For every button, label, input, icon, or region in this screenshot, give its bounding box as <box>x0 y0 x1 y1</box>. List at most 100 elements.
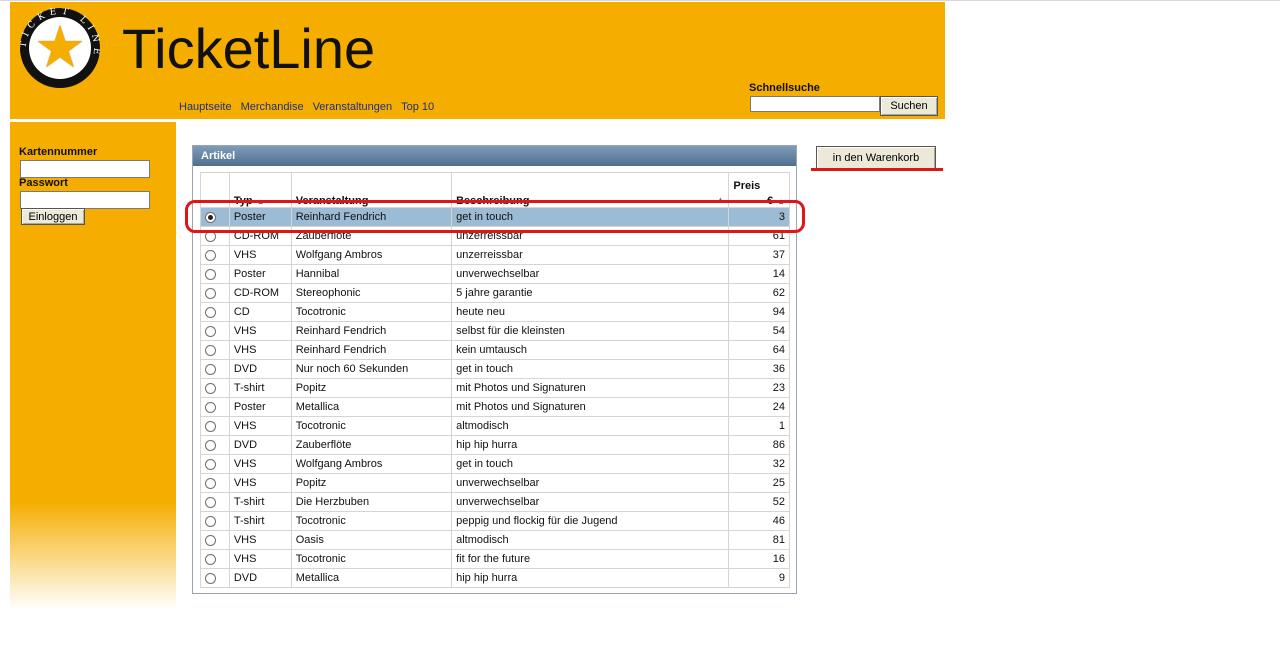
cell-preis: 86 <box>728 435 790 455</box>
cell-typ: T-shirt <box>228 378 292 398</box>
table-row[interactable]: VHS Tocotronic fit for the future 16 <box>200 549 790 569</box>
cell-veranstaltung: Metallica <box>290 397 453 417</box>
articles-table: Typ ▲ Veranstaltung Beschreibung ▲ Preis €… <box>200 172 790 588</box>
cell-preis: 25 <box>728 473 790 493</box>
row-select-cell <box>200 492 230 512</box>
table-row[interactable]: T-shirt Popitz mit Photos und Signaturen 23 <box>200 378 790 398</box>
card-number-input[interactable] <box>20 160 150 178</box>
table-row[interactable]: VHS Wolfgang Ambros get in touch 32 <box>200 454 790 474</box>
cell-beschreibung: unverwechselbar <box>451 473 730 493</box>
cell-beschreibung: mit Photos und Signaturen <box>451 378 730 398</box>
row-radio-button[interactable] <box>205 325 216 337</box>
nav-merchandise[interactable]: Merchandise <box>241 101 304 113</box>
login-sidebar: Kartennummer Passwort Einloggen <box>10 122 176 610</box>
cell-veranstaltung: Die Herzbuben <box>290 492 453 512</box>
table-row[interactable]: T-shirt Die Herzbuben unverwechselbar 52 <box>200 492 790 512</box>
table-row[interactable]: VHS Reinhard Fendrich selbst für die klein… <box>200 321 790 341</box>
cell-preis: 52 <box>728 492 790 512</box>
table-row[interactable]: VHS Tocotronic altmodisch 1 <box>200 416 790 436</box>
row-radio-button[interactable] <box>205 344 216 356</box>
cell-typ: DVD <box>228 435 292 455</box>
top-border <box>0 0 1280 1</box>
cell-preis: 24 <box>728 397 790 417</box>
search-button[interactable]: Suchen <box>880 96 938 116</box>
cell-typ: DVD <box>228 568 292 588</box>
row-radio-button[interactable] <box>205 458 216 470</box>
row-radio-button[interactable] <box>205 401 216 413</box>
cell-preis: 46 <box>728 511 790 531</box>
cell-beschreibung: mit Photos und Signaturen <box>451 397 730 417</box>
cell-veranstaltung: Stereophonic <box>290 283 453 303</box>
table-row[interactable]: DVD Metallica hip hip hurra 9 <box>200 568 790 588</box>
row-radio-button[interactable] <box>205 439 216 451</box>
annotation-highlight-selected-row <box>185 200 805 233</box>
cell-typ: VHS <box>228 473 292 493</box>
row-radio-button[interactable] <box>205 477 216 489</box>
row-radio-button[interactable] <box>205 363 216 375</box>
table-row[interactable]: DVD Zauberflöte hip hip hurra 86 <box>200 435 790 455</box>
row-select-cell <box>200 454 230 474</box>
row-radio-button[interactable] <box>205 553 216 565</box>
table-row[interactable]: Poster Hannibal unverwechselbar 14 <box>200 264 790 284</box>
cell-veranstaltung: Zauberflöte <box>290 435 453 455</box>
cell-beschreibung: unverwechselbar <box>451 264 730 284</box>
row-radio-button[interactable] <box>205 496 216 508</box>
table-row[interactable]: VHS Wolfgang Ambros unzerreissbar 37 <box>200 245 790 265</box>
nav-top10[interactable]: Top 10 <box>401 101 434 113</box>
add-to-cart-button[interactable]: in den Warenkorb <box>816 146 936 170</box>
row-radio-button[interactable] <box>205 306 216 318</box>
cell-beschreibung: altmodisch <box>451 416 730 436</box>
nav-veranstaltungen[interactable]: Veranstaltungen <box>313 101 393 113</box>
table-row[interactable]: CD Tocotronic heute neu 94 <box>200 302 790 322</box>
cell-veranstaltung: Popitz <box>290 378 453 398</box>
password-input[interactable] <box>20 191 150 209</box>
table-row[interactable]: VHS Popitz unverwechselbar 25 <box>200 473 790 493</box>
cell-preis: 23 <box>728 378 790 398</box>
cell-preis: 9 <box>728 568 790 588</box>
row-select-cell <box>200 511 230 531</box>
cell-beschreibung: unzerreissbar <box>451 245 730 265</box>
cell-preis: 36 <box>728 359 790 379</box>
table-row[interactable]: Poster Metallica mit Photos und Signaturen… <box>200 397 790 417</box>
row-select-cell <box>200 340 230 360</box>
quick-search-input[interactable] <box>750 96 880 112</box>
cell-typ: T-shirt <box>228 511 292 531</box>
cell-preis: 37 <box>728 245 790 265</box>
table-row[interactable]: T-shirt Tocotronic peppig und flockig für … <box>200 511 790 531</box>
cell-preis: 54 <box>728 321 790 341</box>
nav-hauptseite[interactable]: Hauptseite <box>179 101 232 113</box>
row-radio-button[interactable] <box>205 268 216 280</box>
login-button[interactable]: Einloggen <box>21 208 85 225</box>
row-select-cell <box>200 568 230 588</box>
row-radio-button[interactable] <box>205 534 216 546</box>
card-number-label: Kartennummer <box>19 146 98 158</box>
table-row[interactable]: DVD Nur noch 60 Sekunden get in touch 36 <box>200 359 790 379</box>
row-radio-button[interactable] <box>205 382 216 394</box>
cell-preis: 14 <box>728 264 790 284</box>
cell-beschreibung: unverwechselbar <box>451 492 730 512</box>
row-select-cell <box>200 245 230 265</box>
cell-preis: 94 <box>728 302 790 322</box>
table-row[interactable]: VHS Oasis altmodisch 81 <box>200 530 790 550</box>
cell-veranstaltung: Nur noch 60 Sekunden <box>290 359 453 379</box>
cell-veranstaltung: Tocotronic <box>290 302 453 322</box>
cell-beschreibung: 5 jahre garantie <box>451 283 730 303</box>
cell-typ: VHS <box>228 454 292 474</box>
row-radio-button[interactable] <box>205 249 216 261</box>
table-row[interactable]: VHS Reinhard Fendrich kein umtausch 64 <box>200 340 790 360</box>
cell-typ: VHS <box>228 321 292 341</box>
main-nav: Hauptseite Merchandise Veranstaltungen T… <box>179 101 443 113</box>
cell-typ: CD <box>228 302 292 322</box>
row-select-cell <box>200 302 230 322</box>
table-row[interactable]: CD-ROM Stereophonic 5 jahre garantie 62 <box>200 283 790 303</box>
cell-preis: 81 <box>728 530 790 550</box>
cell-typ: VHS <box>228 416 292 436</box>
articles-body: Poster Reinhard Fendrich get in touch 3 CD-R… <box>200 207 790 588</box>
cell-typ: VHS <box>228 530 292 550</box>
row-radio-button[interactable] <box>205 287 216 299</box>
row-radio-button[interactable] <box>205 515 216 527</box>
cell-beschreibung: hip hip hurra <box>451 435 730 455</box>
row-radio-button[interactable] <box>205 420 216 432</box>
row-radio-button[interactable] <box>205 572 216 584</box>
cell-typ: Poster <box>228 264 292 284</box>
